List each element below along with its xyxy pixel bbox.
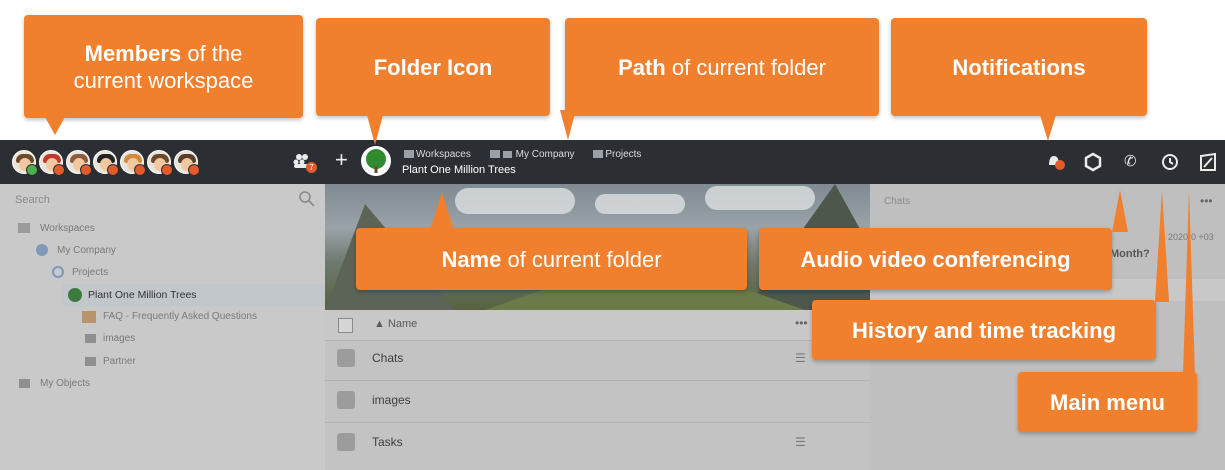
breadcrumb-workspaces-icon [404,150,414,158]
panel-menu-icon[interactable]: ••• [1200,194,1213,208]
top-bar: 7 + Workspaces My Company Projects Plant… [0,140,1225,184]
breadcrumb-folder-icon-2 [593,150,604,158]
tree-item-my-objects[interactable]: My Objects [40,378,90,389]
list-item[interactable]: images [325,380,870,423]
chat-snippet: Month? [1110,248,1150,260]
callout-path-pointer [560,110,576,140]
member-avatar[interactable] [147,150,173,176]
status-badge [134,164,146,176]
callout-main-menu-pointer [1183,190,1195,374]
callout-main-menu: Main menu [1018,372,1197,432]
callout-audio-video: Audio video conferencing [759,228,1112,290]
current-folder-name: Plant One Million Trees [402,164,516,176]
company-icon [36,244,48,256]
tree-item-my-company[interactable]: My Company [57,245,116,256]
status-badge [53,164,65,176]
member-avatar[interactable] [120,150,146,176]
name-column-header[interactable]: ▲ Name [374,318,417,330]
phone-icon[interactable]: ✆ [1124,152,1137,170]
add-icon[interactable]: + [335,149,348,171]
members-icon[interactable]: 7 [292,151,317,173]
callout-history: History and time tracking [812,300,1156,360]
folder-partner-icon [85,357,96,366]
search-input[interactable]: Search [15,194,50,206]
breadcrumb-folder-icon [489,150,500,158]
tree-item-partner[interactable]: Partner [103,356,136,367]
notifications-icon[interactable] [1045,152,1069,172]
member-avatar[interactable] [12,150,38,176]
list-header: ▲ Name ••• [325,310,870,341]
breadcrumb-my-company[interactable]: My Company [516,149,575,160]
member-avatar[interactable] [174,150,200,176]
member-avatar[interactable] [39,150,65,176]
workspaces-icon [18,223,30,233]
list-icon[interactable]: ☰ [795,435,806,449]
folder-icon[interactable] [361,146,391,176]
status-badge [161,164,173,176]
tree-item-images[interactable]: images [103,333,135,344]
list-item-label: images [372,393,411,407]
my-objects-icon [19,379,30,388]
callout-folder-icon: Folder Icon [316,18,550,116]
left-sidebar: Search Workspaces My Company Projects Pl… [0,184,325,470]
callout-notifications: Notifications [891,18,1147,116]
conferencing-icon[interactable] [1083,152,1103,172]
name-column-label: Name [387,318,418,330]
select-all-checkbox[interactable] [338,318,353,333]
callout-members-pointer [45,117,65,135]
folder-icon-small [337,391,355,409]
list-options-icon[interactable]: ••• [795,316,808,330]
callout-folder-icon-pointer [367,115,383,145]
member-avatar[interactable] [66,150,92,176]
tree-item-plant[interactable]: Plant One Million Trees [88,289,197,301]
status-badge [80,164,92,176]
status-badge [107,164,119,176]
callout-name-pointer [430,192,454,230]
callout-notifications-pointer [1040,115,1056,141]
panel-title: Chats [884,196,911,207]
main-menu-icon[interactable] [1199,152,1217,172]
breadcrumb-projects[interactable]: Projects [605,149,641,160]
callout-name: Name of current folder [356,228,747,290]
chat-icon [337,349,355,367]
list-icon[interactable]: ☰ [795,351,806,365]
faq-icon [82,311,96,323]
search-icon[interactable] [298,190,316,208]
projects-icon [52,266,64,278]
status-badge [188,164,200,176]
list-item-label: Tasks [372,435,403,449]
tasks-icon [337,433,355,451]
tree-item-projects[interactable]: Projects [72,267,108,278]
status-badge [26,164,38,176]
list-item[interactable]: Tasks ☰ [325,422,870,464]
tree-item-workspaces[interactable]: Workspaces [40,223,95,234]
callout-history-pointer [1155,190,1169,302]
tree-item-faq[interactable]: FAQ - Frequently Asked Questions [103,311,257,322]
callout-path: Path of current folder [565,18,879,116]
callout-members: Members of the current workspace [24,15,303,118]
grid-icon [502,151,512,158]
folder-images-icon [85,334,96,343]
list-item-label: Chats [372,351,404,365]
tree-icon [68,288,82,302]
breadcrumb-workspaces[interactable]: Workspaces [416,149,471,160]
members-count-badge: 7 [306,162,317,173]
breadcrumb: Workspaces My Company Projects [404,149,641,160]
callout-audio-pointer [1112,190,1128,232]
member-avatar[interactable] [93,150,119,176]
list-item[interactable]: Chats ☰ [325,338,870,381]
history-clock-icon[interactable] [1160,152,1180,172]
